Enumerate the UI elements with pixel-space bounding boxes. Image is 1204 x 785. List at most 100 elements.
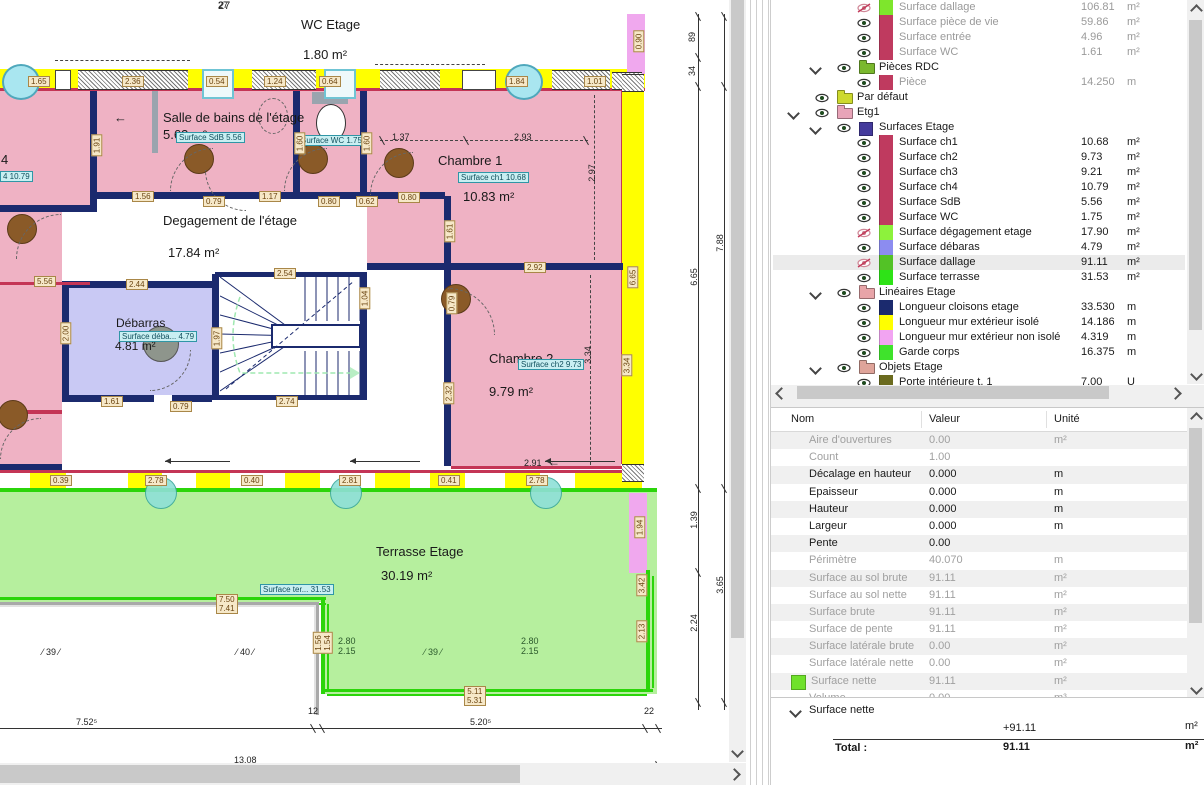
- floorplan-viewport[interactable]: 27WC Etage1.80 m²←←4Salle de bains de l'…: [0, 0, 748, 785]
- color-swatch: [879, 270, 893, 285]
- expander-chevron-icon[interactable]: [789, 109, 798, 118]
- tree-hscroll-left-icon[interactable]: [777, 389, 786, 398]
- tree-row[interactable]: Surface dégagement etage17.90m²: [773, 225, 1185, 240]
- property-row[interactable]: Surface de pente91.11m²: [771, 621, 1204, 638]
- tree-vscroll-down-icon[interactable]: [1192, 370, 1201, 379]
- tree-row[interactable]: Surface entrée4.96m²: [773, 30, 1185, 45]
- plan-pink-shape: [0, 91, 90, 205]
- surface-tag: Surface ch1 10.68: [458, 172, 529, 183]
- tree-row[interactable]: Porte intérieure t. 17.00U: [773, 375, 1185, 385]
- dim-text: 1.37: [392, 132, 410, 142]
- properties-panel: Nom Valeur Unité Aire d'ouvertures0.00m²…: [771, 407, 1204, 698]
- property-row[interactable]: Pente0.00: [771, 535, 1204, 552]
- tree-row[interactable]: Surface ch110.68m²: [773, 135, 1185, 150]
- props-vscrollbar-thumb[interactable]: [1189, 428, 1202, 623]
- dim-tag: 1.24: [264, 76, 286, 87]
- dim-text: 89: [687, 32, 697, 42]
- tree-row[interactable]: Surface terrasse31.53m²: [773, 270, 1185, 285]
- app-window: 27WC Etage1.80 m²←←4Salle de bains de l'…: [0, 0, 1204, 785]
- property-unit: m: [1054, 518, 1063, 535]
- property-row[interactable]: Surface brute91.11m²: [771, 604, 1204, 621]
- room-label: 10.83 m²: [463, 189, 514, 204]
- tree-row[interactable]: Par défaut: [773, 90, 1185, 105]
- property-row[interactable]: Surface nette91.11m²: [771, 673, 1204, 690]
- wall-hatch: [622, 464, 644, 482]
- plan-vscrollbar-thumb[interactable]: [731, 0, 744, 638]
- tree-row[interactable]: Pièces RDC: [773, 60, 1185, 75]
- plan-hscrollbar[interactable]: [0, 763, 746, 785]
- tree-row[interactable]: Linéaires Etage: [773, 285, 1185, 300]
- tree-row[interactable]: Surface SdB5.56m²: [773, 195, 1185, 210]
- property-row[interactable]: Surface latérale brute0.00m²: [771, 638, 1204, 655]
- tree-row[interactable]: Surface ch39.21m²: [773, 165, 1185, 180]
- tree-row[interactable]: Surface débaras4.79m²: [773, 240, 1185, 255]
- tree-row[interactable]: Longueur mur extérieur isolé14.186m: [773, 315, 1185, 330]
- property-row[interactable]: Surface latérale nette0.00m²: [771, 655, 1204, 672]
- tree-label: Surface SdB: [899, 195, 961, 210]
- tree-row[interactable]: Surface dallage91.11m²: [773, 255, 1185, 270]
- summary-collapse-icon[interactable]: [791, 707, 800, 716]
- tree-row[interactable]: Objets Etage: [773, 360, 1185, 375]
- expander-chevron-icon[interactable]: [811, 289, 820, 298]
- tree-row[interactable]: Surface ch29.73m²: [773, 150, 1185, 165]
- tree-vscrollbar-thumb[interactable]: [1189, 20, 1202, 330]
- expander-chevron-icon[interactable]: [811, 64, 820, 73]
- tree-row[interactable]: Surface ch410.79m²: [773, 180, 1185, 195]
- property-row[interactable]: Surface au sol nette91.11m²: [771, 587, 1204, 604]
- plan-vscroll-down-icon[interactable]: [733, 747, 742, 756]
- property-row[interactable]: Aire d'ouvertures0.00m²: [771, 432, 1204, 449]
- plan-navy-shape: [0, 205, 97, 212]
- property-row[interactable]: Périmètre40.070m: [771, 552, 1204, 569]
- tree-row[interactable]: Longueur mur extérieur non isolé4.319m: [773, 330, 1185, 345]
- tree-row[interactable]: Garde corps16.375m: [773, 345, 1185, 360]
- tree-label: Surface WC: [899, 210, 958, 225]
- tree-unit: m²: [1127, 270, 1140, 285]
- tree-row[interactable]: Surface WC1.75m²: [773, 210, 1185, 225]
- property-value: 91.11: [929, 587, 956, 604]
- property-row[interactable]: Largeur0.000m: [771, 518, 1204, 535]
- tree-hscroll-right-icon[interactable]: [1171, 389, 1180, 398]
- eye-visible-icon[interactable]: [857, 378, 871, 385]
- plan-hscroll-right-icon[interactable]: [730, 770, 739, 779]
- property-unit: m: [1054, 484, 1063, 501]
- property-row[interactable]: Hauteur0.000m: [771, 501, 1204, 518]
- dim-tag: 2.78: [145, 475, 167, 486]
- expander-chevron-icon[interactable]: [811, 124, 820, 133]
- property-name: Epaisseur: [809, 484, 858, 501]
- plan-vscrollbar[interactable]: [729, 0, 746, 762]
- tree-value: 16.375: [1081, 345, 1115, 360]
- tree-value: 4.96: [1081, 30, 1102, 45]
- props-vscroll-down-icon[interactable]: [1192, 684, 1201, 693]
- property-name: Décalage en hauteur: [809, 466, 911, 483]
- dim-tag: 1.97: [211, 328, 222, 350]
- room-label: 4: [1, 152, 8, 167]
- tree-vscroll-up-icon[interactable]: [1192, 6, 1201, 15]
- props-vscroll-up-icon[interactable]: [1192, 414, 1201, 423]
- panel-splitter[interactable]: [748, 0, 770, 785]
- tree-row[interactable]: Surface pièce de vie59.86m²: [773, 15, 1185, 30]
- property-row[interactable]: Surface au sol brute91.11m²: [771, 570, 1204, 587]
- props-vscrollbar[interactable]: [1187, 408, 1204, 697]
- tree-row[interactable]: Longueur cloisons etage33.530m: [773, 300, 1185, 315]
- color-swatch: [879, 135, 893, 150]
- plan-hscrollbar-thumb[interactable]: [0, 765, 520, 783]
- expander-chevron-icon[interactable]: [811, 364, 820, 373]
- tree-row[interactable]: Pièce14.250m: [773, 75, 1185, 90]
- dim-text: ⁄ 39 ⁄: [424, 647, 442, 657]
- tree-row[interactable]: Surfaces Etage: [773, 120, 1185, 135]
- tree-row[interactable]: Surface WC1.61m²: [773, 45, 1185, 60]
- property-unit: m²: [1054, 604, 1067, 621]
- tree-hscrollbar-thumb[interactable]: [797, 386, 1109, 399]
- tree-row[interactable]: Surface dallage106.81m²: [773, 0, 1185, 15]
- plan-grayw-shape: [152, 91, 158, 153]
- tree-vscrollbar[interactable]: [1187, 0, 1204, 384]
- tree-row[interactable]: Etg1: [773, 105, 1185, 120]
- property-row[interactable]: Epaisseur0.000m: [771, 484, 1204, 501]
- color-swatch: [879, 0, 893, 15]
- property-row[interactable]: Count1.00: [771, 449, 1204, 466]
- property-row[interactable]: Décalage en hauteur0.000m: [771, 466, 1204, 483]
- dim-line: [55, 60, 190, 61]
- tree-hscrollbar[interactable]: [771, 385, 1204, 400]
- dim-text: ⁄ 39 ⁄: [42, 647, 60, 657]
- property-value: 0.00: [929, 638, 950, 655]
